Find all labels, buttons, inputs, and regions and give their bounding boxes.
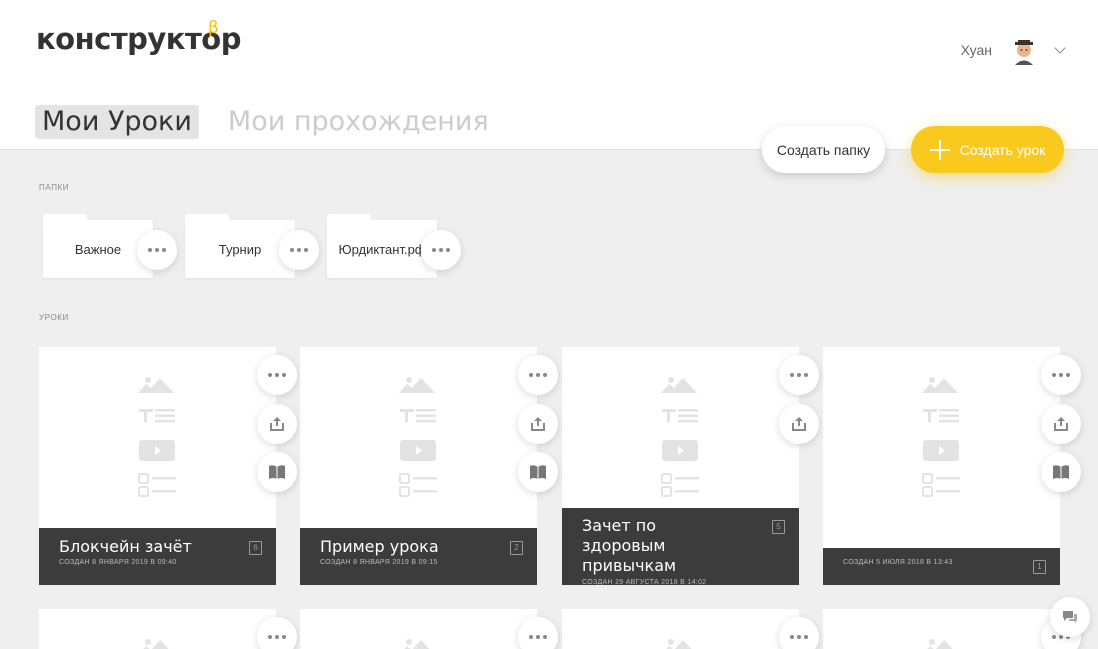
lesson-menu-button[interactable]	[518, 617, 558, 649]
folder-menu-button[interactable]	[421, 230, 461, 270]
more-icon	[268, 373, 286, 377]
more-icon	[432, 248, 450, 252]
image-placeholder-icon	[404, 639, 430, 649]
user-name: Хуан	[960, 42, 992, 58]
pages-count-icon: 6	[249, 541, 262, 555]
lesson-date: СОЗДАН 8 ЯНВАРЯ 2019 В 09:15	[320, 559, 438, 566]
lesson-placeholder-icon	[922, 377, 960, 497]
book-button[interactable]	[257, 452, 297, 492]
share-button[interactable]	[1041, 404, 1081, 444]
help-chat-button[interactable]	[1050, 597, 1090, 637]
lesson-card[interactable]: Зачет по здоровым привычкам СОЗДАН 29 АВ…	[562, 347, 799, 585]
lesson-card[interactable]	[39, 609, 276, 649]
more-icon	[1052, 373, 1070, 377]
pages-count-icon: 2	[510, 541, 523, 555]
plus-icon	[929, 139, 950, 160]
share-button[interactable]	[518, 404, 558, 444]
lesson-placeholder-icon	[661, 377, 699, 497]
lesson-card[interactable]	[300, 609, 537, 649]
image-placeholder-icon	[666, 639, 692, 649]
folders-section-label: ПАПКИ	[39, 183, 70, 192]
share-button[interactable]	[257, 404, 297, 444]
more-icon	[268, 635, 286, 639]
lessons-section-label: УРОКИ	[39, 313, 69, 322]
folder-menu-button[interactable]	[137, 230, 177, 270]
lesson-title: Блокчейн зачёт	[59, 537, 192, 556]
book-icon	[530, 465, 546, 479]
more-icon	[148, 248, 166, 252]
lesson-menu-button[interactable]	[1041, 355, 1081, 395]
lesson-card[interactable]: Пример урока СОЗДАН 8 ЯНВАРЯ 2019 В 09:1…	[300, 347, 537, 585]
pages-count-icon: 1	[1033, 560, 1046, 574]
share-icon	[792, 417, 806, 431]
lesson-menu-button[interactable]	[257, 355, 297, 395]
lesson-date: СОЗДАН 5 ИЮЛЯ 2018 В 13:43	[843, 559, 953, 566]
lesson-title: Пример урока	[320, 537, 439, 556]
more-icon	[790, 373, 808, 377]
lesson-menu-button[interactable]	[779, 617, 819, 649]
share-icon	[1054, 417, 1068, 431]
avatar[interactable]	[1006, 32, 1042, 68]
image-placeholder-icon	[143, 639, 169, 649]
image-placeholder-icon	[927, 639, 953, 649]
lesson-card-footer: Блокчейн зачёт СОЗДАН 8 ЯНВАРЯ 2019 В 09…	[39, 528, 276, 585]
tab-my-passings[interactable]: Мои прохождения	[221, 105, 496, 139]
folder-menu-button[interactable]	[279, 230, 319, 270]
folder-name: Турнир	[218, 241, 262, 257]
lesson-card-footer: Зачет по здоровым привычкам СОЗДАН 29 АВ…	[562, 508, 799, 585]
user-menu[interactable]: Хуан	[960, 32, 1066, 68]
more-icon	[790, 635, 808, 639]
create-folder-label: Создать папку	[776, 141, 871, 158]
more-icon	[290, 248, 308, 252]
create-folder-button[interactable]: Создать папку	[762, 126, 885, 173]
book-icon	[269, 465, 285, 479]
chat-help-icon	[1063, 611, 1077, 623]
logo[interactable]: конструктор β	[36, 18, 241, 56]
book-icon	[1053, 465, 1069, 479]
lesson-date: СОЗДАН 8 ЯНВАРЯ 2019 В 09:40	[59, 559, 177, 566]
create-lesson-label: Создать урок	[959, 141, 1046, 158]
folder-name: Юрдиктант.рф	[338, 241, 426, 257]
lesson-card[interactable]	[823, 609, 1060, 649]
lesson-menu-button[interactable]	[518, 355, 558, 395]
lesson-menu-button[interactable]	[257, 617, 297, 649]
lesson-card[interactable]: Блокчейн зачёт СОЗДАН 8 ЯНВАРЯ 2019 В 09…	[39, 347, 276, 585]
lesson-card[interactable]	[562, 609, 799, 649]
lesson-card[interactable]: СОЗДАН 5 ИЮЛЯ 2018 В 13:43 1	[823, 347, 1060, 585]
share-button[interactable]	[779, 404, 819, 444]
create-lesson-button[interactable]: Создать урок	[911, 126, 1064, 173]
lesson-menu-button[interactable]	[779, 355, 819, 395]
folder-name: Важное	[74, 241, 122, 257]
lesson-placeholder-icon	[399, 377, 437, 497]
lesson-placeholder-icon	[138, 377, 176, 497]
book-button[interactable]	[518, 452, 558, 492]
pages-count-icon: 5	[772, 520, 785, 534]
tab-my-lessons[interactable]: Мои Уроки	[35, 105, 199, 139]
logo-beta: β	[208, 18, 219, 38]
more-icon	[529, 635, 547, 639]
more-icon	[529, 373, 547, 377]
lesson-card-footer: Пример урока СОЗДАН 8 ЯНВАРЯ 2019 В 09:1…	[300, 528, 537, 585]
share-icon	[270, 417, 284, 431]
lesson-card-footer: СОЗДАН 5 ИЮЛЯ 2018 В 13:43 1	[823, 548, 1060, 585]
lesson-date: СОЗДАН 29 АВГУСТА 2018 В 14:02	[582, 579, 707, 585]
book-button[interactable]	[1041, 452, 1081, 492]
chevron-down-icon[interactable]	[1054, 42, 1066, 54]
share-icon	[531, 417, 545, 431]
tabs: Мои Уроки Мои прохождения	[35, 105, 496, 139]
lesson-title: Зачет по здоровым привычкам	[582, 516, 677, 575]
